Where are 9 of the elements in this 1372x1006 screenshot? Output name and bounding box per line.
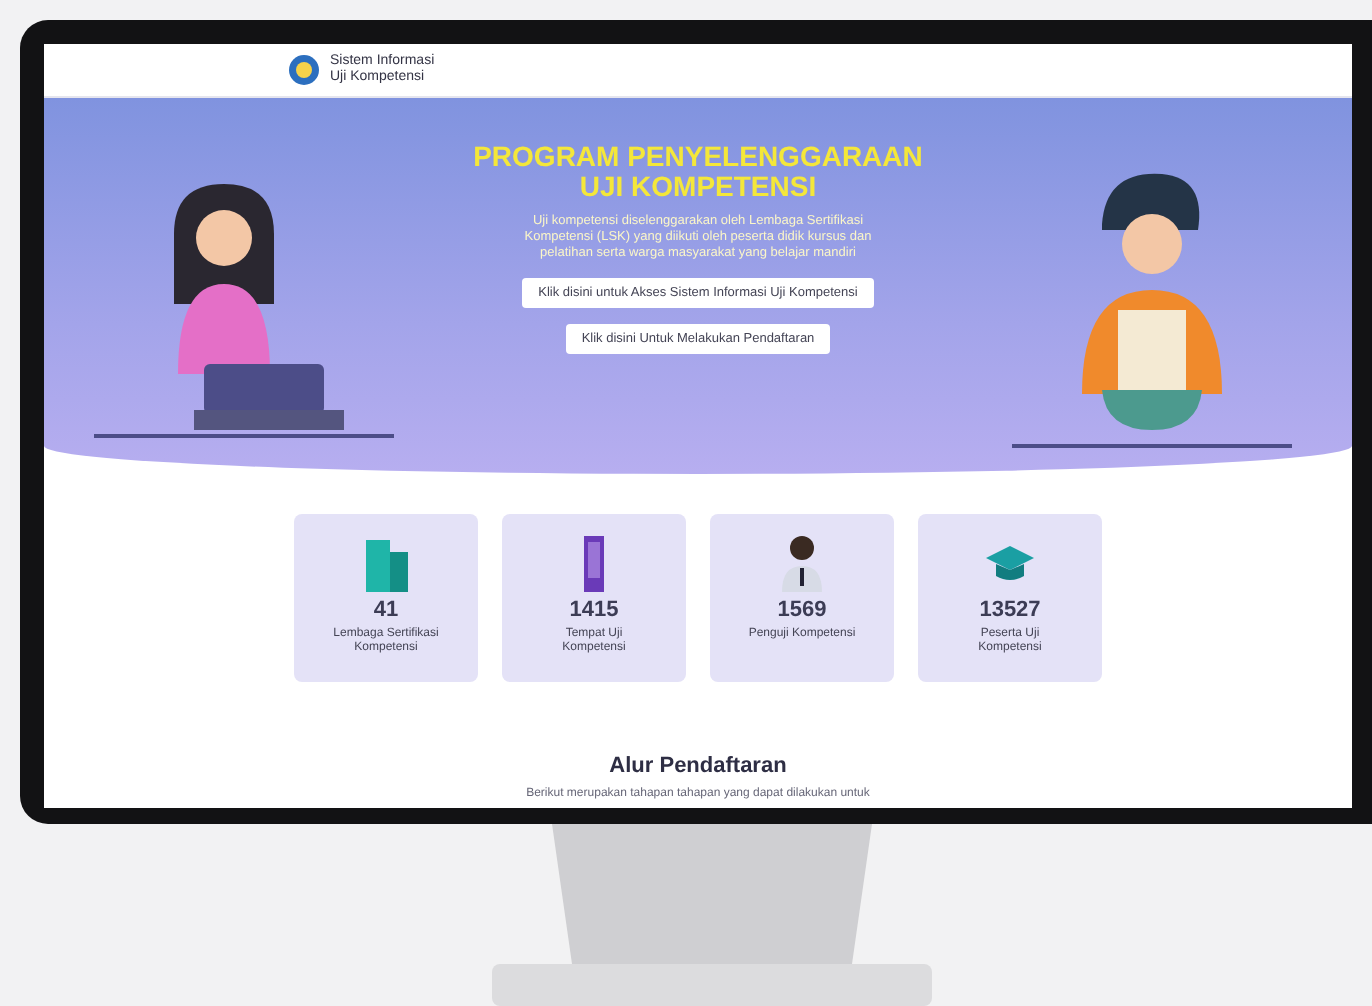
person-icon [776,532,828,592]
hero-title: PROGRAM PENYELENGGARAAN [473,142,923,172]
section-title: Alur Pendaftaran [607,754,789,778]
hero-title: UJI KOMPETENSI [577,172,819,202]
stat-value: 1415 [569,598,619,622]
stat-value: 13527 [979,598,1041,622]
stat-value: 41 [373,598,399,622]
logo-icon [288,54,320,86]
stat-value: 1569 [777,598,827,622]
